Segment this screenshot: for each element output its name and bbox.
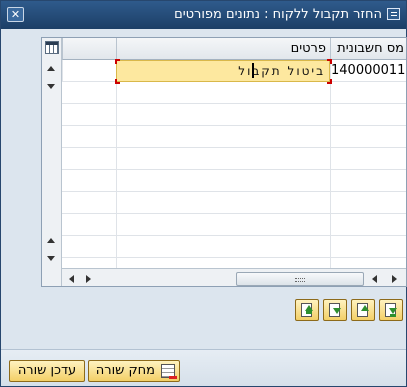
focus-corner [327,59,332,64]
next-page-button[interactable] [351,299,375,321]
scrollbar-thumb[interactable] [236,272,364,286]
title-bar[interactable]: החזר תקבול ללקוח : נתונים מפורטים ✕ [1,1,406,29]
dialog-window: החזר תקבול ללקוח : נתונים מפורטים ✕ מס ח… [0,0,407,387]
previous-page-icon [333,308,341,314]
details-input[interactable]: ביטול תקבול [116,60,330,82]
scroll-up-bottom-icon[interactable] [47,238,55,243]
scroll-left-end-icon[interactable] [372,275,377,283]
table-row[interactable] [62,104,406,126]
column-divider [330,82,331,268]
column-header-blank[interactable] [62,38,116,60]
column-header-invoice-number[interactable]: מס חשבונית [330,38,406,60]
last-page-button[interactable] [379,299,403,321]
scroll-down-bottom-icon[interactable] [47,256,55,261]
horizontal-scrollbar[interactable] [62,268,406,286]
scroll-right-icon[interactable] [86,275,91,283]
table-row[interactable] [62,192,406,214]
table-row[interactable] [62,126,406,148]
next-page-icon [361,305,369,311]
table-cell[interactable] [62,60,116,82]
data-table: מס חשבונית פרטים 1400000110 ביטול תקבול [41,37,407,287]
scroll-right-end-icon[interactable] [392,275,397,283]
table-row[interactable] [62,82,406,104]
focus-corner [115,59,120,64]
window-menu-icon[interactable] [387,8,400,20]
delete-row-button[interactable]: מחק שורה [88,360,180,382]
scroll-up-icon[interactable] [47,66,55,71]
focus-corner [115,79,120,84]
close-button[interactable]: ✕ [7,7,24,22]
invoice-number-cell[interactable]: 1400000110 [330,60,406,82]
row-selector-column [42,38,62,286]
text-caret [252,63,254,78]
table-row[interactable] [62,236,406,258]
table-row[interactable] [62,170,406,192]
close-icon: ✕ [10,8,21,21]
table-row[interactable] [62,148,406,170]
first-page-icon [305,305,313,311]
delete-row-icon [161,364,177,379]
focus-corner [327,79,332,84]
delete-row-label: מחק שורה [95,363,155,378]
first-page-button[interactable] [295,299,319,321]
table-settings-icon[interactable] [45,41,59,54]
last-page-icon [389,308,397,314]
update-row-button[interactable]: עדכן שורה [9,360,85,382]
scroll-left-icon[interactable] [69,275,74,283]
table-row[interactable] [62,214,406,236]
previous-page-button[interactable] [323,299,347,321]
update-row-label: עדכן שורה [17,363,77,378]
column-divider [116,82,117,268]
window-title: החזר תקבול ללקוח : נתונים מפורטים [174,7,382,22]
scroll-down-icon[interactable] [47,84,55,89]
column-header-details[interactable]: פרטים [116,38,330,60]
